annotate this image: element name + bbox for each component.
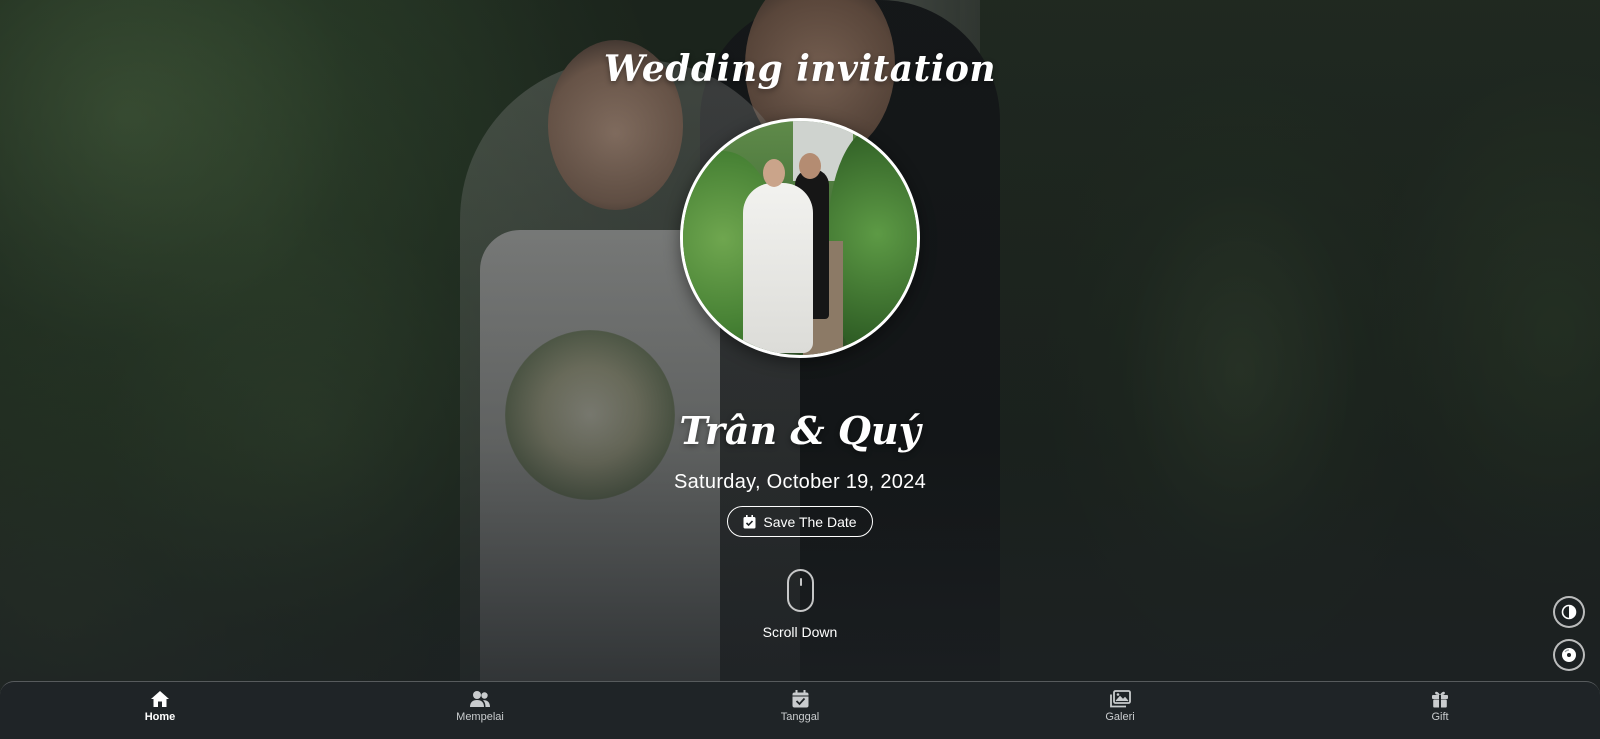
- nav-item-tanggal[interactable]: Tanggal: [760, 682, 840, 739]
- nav-item-gift[interactable]: Gift: [1400, 682, 1480, 739]
- images-icon: [1109, 690, 1131, 708]
- nav-label-mempelai: Mempelai: [456, 711, 504, 723]
- nav-label-tanggal: Tanggal: [780, 711, 820, 723]
- scroll-down-label: Scroll Down: [762, 624, 838, 640]
- calendar-check-icon: [743, 514, 756, 529]
- portrait-groom-head: [799, 153, 821, 179]
- wedding-date: Saturday, October 19, 2024: [673, 471, 927, 493]
- contrast-icon: [1561, 604, 1577, 620]
- nav-label-gift: Gift: [1431, 711, 1449, 723]
- hero-section: Wedding invitation Trân & Quý Saturday, …: [0, 0, 1600, 680]
- mouse-scroll-icon: [786, 569, 814, 612]
- nav-item-galeri[interactable]: Galeri: [1080, 682, 1160, 739]
- users-icon: [469, 690, 491, 708]
- gift-icon: [1431, 690, 1449, 708]
- invitation-title: Wedding invitation: [603, 48, 997, 90]
- home-icon: [150, 690, 170, 708]
- save-the-date-label: Save The Date: [763, 513, 857, 530]
- music-disc-icon: [1561, 647, 1577, 663]
- nav-label-galeri: Galeri: [1105, 711, 1135, 723]
- portrait-bride: [743, 183, 813, 353]
- nav-label-home: Home: [144, 711, 176, 723]
- couple-portrait: [680, 118, 920, 358]
- music-toggle-button[interactable]: [1553, 639, 1585, 671]
- portrait-bride-head: [763, 159, 785, 187]
- nav-item-mempelai[interactable]: Mempelai: [440, 682, 520, 739]
- calendar-check-icon: [792, 690, 809, 708]
- nav-item-home[interactable]: Home: [120, 682, 200, 739]
- save-the-date-button[interactable]: Save The Date: [727, 506, 873, 537]
- couple-names: Trân & Quý: [679, 408, 921, 453]
- theme-toggle-button[interactable]: [1553, 596, 1585, 628]
- bottom-navigation: Home Mempelai Tanggal Galeri Gift: [0, 681, 1600, 739]
